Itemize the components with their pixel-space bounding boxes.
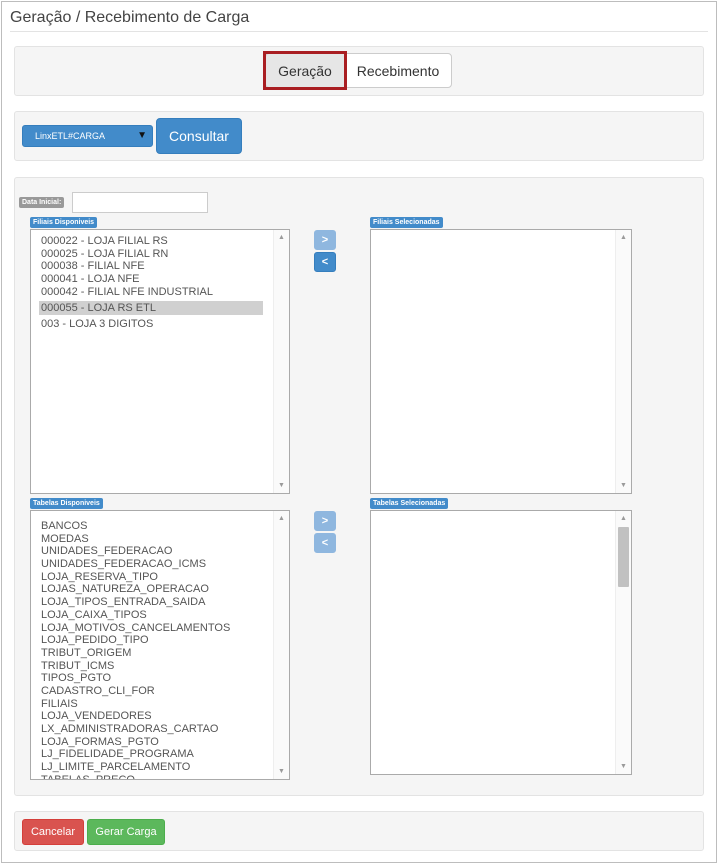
- tab-recebimento[interactable]: Recebimento: [344, 53, 452, 88]
- database-select[interactable]: LinxETL#CARGA ▼: [22, 125, 153, 147]
- scroll-down-icon[interactable]: ▼: [278, 482, 285, 489]
- tabelas-disponiveis-label: Tabelas Disponiveis: [30, 498, 103, 509]
- list-item[interactable]: 000042 - FILIAL NFE INDUSTRIAL: [39, 286, 263, 299]
- caret-down-icon: ▼: [137, 130, 147, 141]
- scrollbar[interactable]: ▲ ▼: [273, 511, 289, 779]
- filiais-disponiveis-list[interactable]: 000022 - LOJA FILIAL RS 000025 - LOJA FIL…: [30, 229, 290, 494]
- list-item[interactable]: LOJA_PEDIDO_TIPO: [39, 634, 263, 647]
- scroll-down-icon[interactable]: ▼: [278, 768, 285, 775]
- scroll-up-icon[interactable]: ▲: [620, 515, 627, 522]
- list-item[interactable]: 003 - LOJA 3 DIGITOS: [39, 318, 263, 331]
- database-select-value: LinxETL#CARGA: [35, 131, 106, 141]
- list-item[interactable]: LOJA_MOTIVOS_CANCELAMENTOS: [39, 622, 263, 635]
- data-inicial-label: Data Inicial:: [19, 197, 65, 208]
- scrollbar[interactable]: ▲ ▼: [615, 511, 631, 774]
- tabelas-selecionadas-label: Tabelas Selecionadas: [370, 498, 449, 509]
- filiais-disponiveis-label: Filiais Disponiveis: [30, 217, 98, 228]
- scrollbar[interactable]: ▲ ▼: [615, 230, 631, 493]
- scroll-down-icon[interactable]: ▼: [620, 482, 627, 489]
- filiais-selecionadas-label: Filiais Selecionadas: [370, 217, 443, 228]
- scroll-down-icon[interactable]: ▼: [620, 763, 627, 770]
- list-item[interactable]: LOJA_FORMAS_PGTO: [39, 736, 263, 749]
- list-item[interactable]: UNIDADES_FEDERACAO: [39, 545, 263, 558]
- remove-filial-button[interactable]: <: [314, 252, 336, 272]
- list-item[interactable]: CADASTRO_CLI_FOR: [39, 685, 263, 698]
- add-tabela-button[interactable]: >: [314, 511, 336, 531]
- remove-tabela-button[interactable]: <: [314, 533, 336, 553]
- list-item[interactable]: 000038 - FILIAL NFE: [39, 260, 263, 273]
- list-item[interactable]: LJ_FIDELIDADE_PROGRAMA: [39, 748, 263, 761]
- list-item[interactable]: LOJA_CAIXA_TIPOS: [39, 609, 263, 622]
- tabelas-selecionadas-list[interactable]: ▲ ▼: [370, 510, 632, 775]
- list-item[interactable]: 000022 - LOJA FILIAL RS: [39, 235, 263, 248]
- list-item[interactable]: TRIBUT_ICMS: [39, 660, 263, 673]
- add-filial-button[interactable]: >: [314, 230, 336, 250]
- scrollbar[interactable]: ▲ ▼: [273, 230, 289, 493]
- list-item[interactable]: LJ_LIMITE_PARCELAMENTO: [39, 761, 263, 774]
- gerar-carga-button[interactable]: Gerar Carga: [87, 819, 165, 845]
- list-item[interactable]: LX_ADMINISTRADORAS_CARTAO: [39, 723, 263, 736]
- tabelas-disponiveis-list[interactable]: BANCOS MOEDAS UNIDADES_FEDERACAO UNIDADES_F…: [30, 510, 290, 780]
- list-item[interactable]: UNIDADES_FEDERACAO_ICMS: [39, 558, 263, 571]
- list-item[interactable]: 000025 - LOJA FILIAL RN: [39, 248, 263, 261]
- data-inicial-input[interactable]: [72, 192, 208, 213]
- scroll-up-icon[interactable]: ▲: [620, 234, 627, 241]
- list-item[interactable]: TABELAS_PRECO: [39, 774, 263, 779]
- list-item[interactable]: BANCOS: [39, 520, 263, 533]
- scroll-thumb[interactable]: [618, 527, 629, 587]
- consultar-button[interactable]: Consultar: [156, 118, 242, 154]
- list-item[interactable]: TIPOS_PGTO: [39, 672, 263, 685]
- list-item[interactable]: TRIBUT_ORIGEM: [39, 647, 263, 660]
- scroll-up-icon[interactable]: ▲: [278, 234, 285, 241]
- list-item[interactable]: LOJA_VENDEDORES: [39, 710, 263, 723]
- list-item[interactable]: MOEDAS: [39, 533, 263, 546]
- list-item[interactable]: 000041 - LOJA NFE: [39, 273, 263, 286]
- list-item[interactable]: LOJA_RESERVA_TIPO: [39, 571, 263, 584]
- filiais-selecionadas-list[interactable]: ▲ ▼: [370, 229, 632, 494]
- tab-highlight-frame: [263, 51, 347, 90]
- title-divider: [10, 31, 708, 32]
- list-item[interactable]: LOJAS_NATUREZA_OPERACAO: [39, 583, 263, 596]
- scroll-up-icon[interactable]: ▲: [278, 515, 285, 522]
- list-item[interactable]: 000055 - LOJA RS ETL: [39, 301, 263, 316]
- page-title: Geração / Recebimento de Carga: [10, 9, 250, 26]
- cancel-button[interactable]: Cancelar: [22, 819, 84, 845]
- list-item[interactable]: FILIAIS: [39, 698, 263, 711]
- list-item[interactable]: LOJA_TIPOS_ENTRADA_SAIDA: [39, 596, 263, 609]
